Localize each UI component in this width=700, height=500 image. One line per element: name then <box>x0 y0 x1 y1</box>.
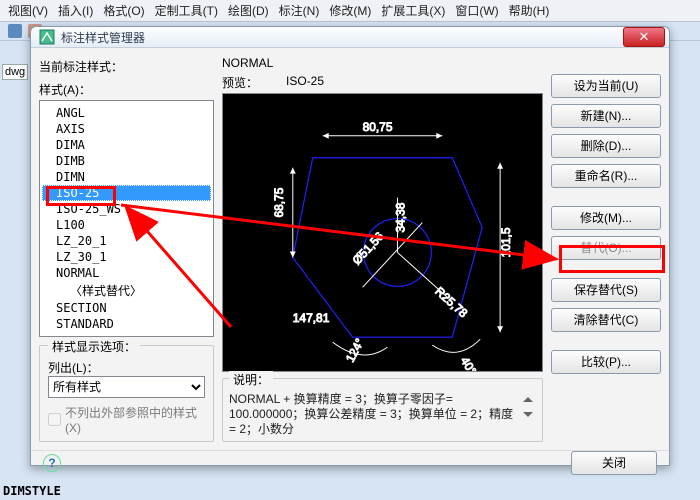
menu-draw[interactable]: 绘图(D) <box>228 2 269 19</box>
dim-ang1: 124° <box>343 336 367 365</box>
menu-ext[interactable]: 扩展工具(X) <box>381 2 445 19</box>
menu-view[interactable]: 视图(V) <box>8 2 48 19</box>
list-filter-combo[interactable]: 所有样式 <box>48 376 205 398</box>
style-item[interactable]: ISO-25_WS <box>42 201 211 217</box>
set-current-button[interactable]: 设为当前(U) <box>551 74 661 98</box>
preview-label: 预览： <box>222 74 258 91</box>
list-label: 列出(L)： <box>48 359 205 376</box>
menu-bar[interactable]: 视图(V) 插入(I) 格式(O) 定制工具(T) 绘图(D) 标注(N) 修改… <box>0 0 700 21</box>
styles-label: 样式(A)： <box>39 81 214 98</box>
dim-right: 101,5 <box>499 227 513 257</box>
override-button: 替代(O)... <box>551 236 661 260</box>
modify-button[interactable]: 修改(M)... <box>551 206 661 230</box>
description-group: 说明： NORMAL + 换算精度 = 3；换算子零因子= 100.000000… <box>222 378 543 442</box>
scroll-down-icon[interactable] <box>523 412 533 422</box>
style-item[interactable]: ISO-25 <box>42 185 211 201</box>
description-label: 说明： <box>229 371 273 388</box>
style-item[interactable]: L100 <box>42 217 211 233</box>
file-tab[interactable]: dwg <box>2 64 28 80</box>
group-title: 样式显示选项： <box>48 338 140 355</box>
xref-checkbox[interactable]: 不列出外部参照中的样式(X) <box>48 404 205 435</box>
current-style-value: NORMAL <box>222 56 273 70</box>
help-icon[interactable]: ? <box>43 454 61 472</box>
style-item[interactable]: DIMA <box>42 137 211 153</box>
styles-listbox[interactable]: ANGLAXISDIMADIMBDIMNISO-25ISO-25_WSL100L… <box>39 100 214 337</box>
current-style-label: 当前标注样式： <box>39 58 149 75</box>
toolbar-icon[interactable] <box>8 24 22 38</box>
style-item[interactable]: 〈样式替代〉 <box>42 281 211 300</box>
style-item[interactable]: STANDARD <box>42 316 211 332</box>
desc-scroll[interactable] <box>520 392 536 422</box>
preview-pane: 80,75 68,75 101,5 34,38 Ø51,56 R25,78 14… <box>222 93 543 372</box>
dim-ang2: 40° <box>458 354 480 371</box>
command-line: DIMSTYLE <box>3 484 61 498</box>
dim-top: 80,75 <box>363 120 393 134</box>
titlebar: 标注样式管理器 ✕ <box>31 27 669 48</box>
style-item[interactable]: SECTION <box>42 300 211 316</box>
dim-left: 68,75 <box>272 187 286 217</box>
save-override-button[interactable]: 保存替代(S) <box>551 278 661 302</box>
style-item[interactable]: LZ_30_1 <box>42 249 211 265</box>
style-item[interactable]: LZ_20_1 <box>42 233 211 249</box>
menu-modify[interactable]: 修改(M) <box>329 2 371 19</box>
scroll-up-icon[interactable] <box>523 392 533 402</box>
compare-button[interactable]: 比较(P)... <box>551 350 661 374</box>
style-item[interactable]: AXIS <box>42 121 211 137</box>
menu-custom[interactable]: 定制工具(T) <box>155 2 218 19</box>
display-options-group: 样式显示选项： 列出(L)： 所有样式 不列出外部参照中的样式(X) <box>39 345 214 442</box>
delete-button[interactable]: 删除(D)... <box>551 134 661 158</box>
menu-insert[interactable]: 插入(I) <box>58 2 93 19</box>
close-button[interactable]: ✕ <box>623 27 665 47</box>
dim-147: 147,81 <box>293 311 330 325</box>
dialog-footer: ? 关闭 <box>31 450 669 475</box>
dim-34: 34,38 <box>393 202 407 232</box>
rename-button[interactable]: 重命名(R)... <box>551 164 661 188</box>
style-item[interactable]: ANGL <box>42 105 211 121</box>
menu-window[interactable]: 窗口(W) <box>455 2 498 19</box>
menu-format[interactable]: 格式(O) <box>103 2 144 19</box>
clear-override-button[interactable]: 清除替代(C) <box>551 308 661 332</box>
style-item[interactable]: NORMAL <box>42 265 211 281</box>
xref-checkbox-input <box>48 413 61 426</box>
menu-dim[interactable]: 标注(N) <box>279 2 320 19</box>
style-item[interactable]: DIMB <box>42 153 211 169</box>
preview-style-name: ISO-25 <box>286 74 324 91</box>
new-button[interactable]: 新建(N)... <box>551 104 661 128</box>
app-icon <box>39 29 55 45</box>
close-dialog-button[interactable]: 关闭 <box>571 451 657 475</box>
menu-help[interactable]: 帮助(H) <box>509 2 550 19</box>
description-text: NORMAL + 换算精度 = 3；换算子零因子= 100.000000；换算公… <box>229 392 520 437</box>
style-item[interactable]: DIMN <box>42 169 211 185</box>
dialog-title: 标注样式管理器 <box>61 29 623 46</box>
xref-checkbox-label: 不列出外部参照中的样式(X) <box>65 404 205 435</box>
dimstyle-dialog: 标注样式管理器 ✕ 当前标注样式： 样式(A)： ANGLAXISDIMADIM… <box>30 26 670 466</box>
